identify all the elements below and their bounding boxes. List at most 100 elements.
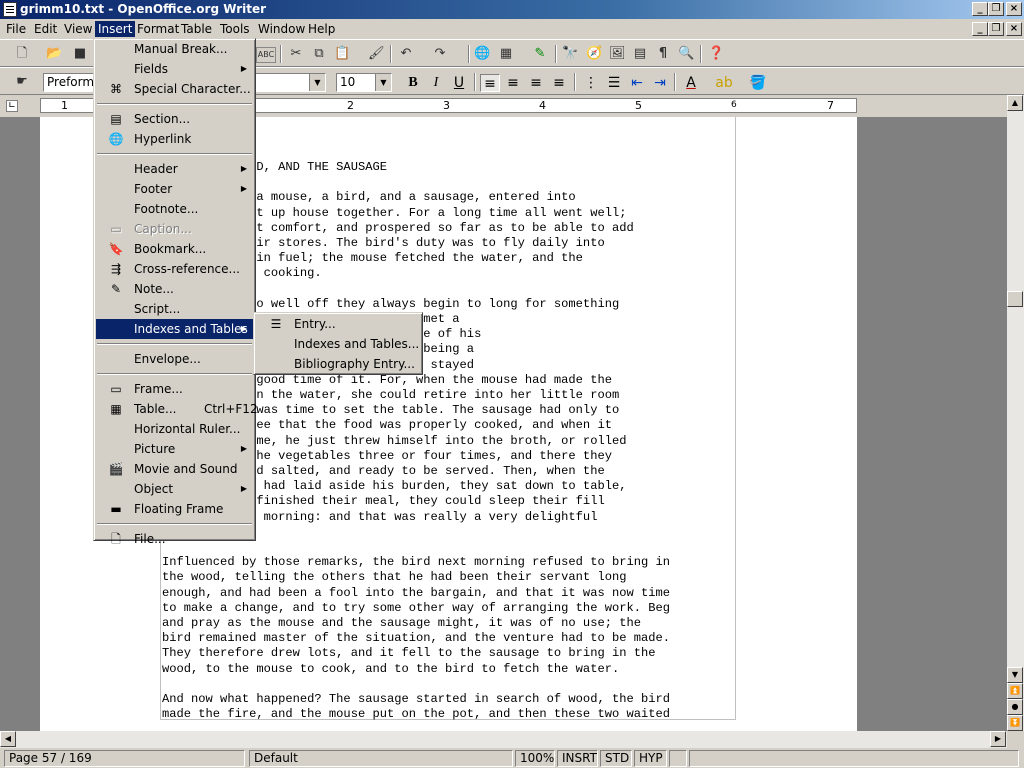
menu-table[interactable]: Table bbox=[178, 21, 215, 37]
new-document-icon[interactable]: 🗋 bbox=[14, 46, 30, 62]
menu-item-horizontal-ruler[interactable]: Horizontal Ruler... bbox=[96, 419, 253, 439]
menu-item-table[interactable]: ▦ Table... Ctrl+F12 bbox=[96, 399, 257, 419]
insert-mode[interactable]: INSRT bbox=[557, 750, 598, 767]
menu-file[interactable]: File bbox=[3, 21, 29, 37]
italic-button[interactable]: I bbox=[426, 74, 446, 92]
menu-item-indexes-and-tables[interactable]: Indexes and Tables... bbox=[256, 334, 420, 354]
menu-edit[interactable]: Edit bbox=[31, 21, 60, 37]
menu-help[interactable]: Help bbox=[305, 21, 338, 37]
redo-icon[interactable]: ↷ bbox=[432, 46, 448, 62]
menu-tools[interactable]: Tools bbox=[217, 21, 253, 37]
menu-item-manual-break[interactable]: Manual Break... bbox=[96, 39, 253, 59]
previous-page-button[interactable]: ⏫ bbox=[1007, 683, 1023, 699]
text-line[interactable]: and pray as the mouse and the sausage mi… bbox=[162, 616, 742, 631]
doc-close-button[interactable]: × bbox=[1006, 22, 1022, 36]
text-line[interactable]: bird remained master of the situation, a… bbox=[162, 631, 742, 646]
menu-item-file[interactable]: 🗋 File... bbox=[96, 529, 253, 549]
find-replace-icon[interactable]: 🔭 bbox=[562, 46, 578, 62]
tab-stop-icon[interactable]: ∟ bbox=[6, 100, 18, 112]
menu-item-fields[interactable]: Fields ▶ bbox=[96, 59, 253, 79]
chevron-down-icon[interactable]: ▼ bbox=[375, 74, 391, 91]
hyperlink-mode[interactable]: HYP bbox=[634, 750, 667, 767]
menu-item-header[interactable]: Header ▶ bbox=[96, 159, 253, 179]
doc-restore-button[interactable]: ❐ bbox=[988, 22, 1004, 36]
numbering-button[interactable]: ⋮ bbox=[581, 74, 601, 92]
menu-item-indexes-and-tables[interactable]: Indexes and Tables ▶ bbox=[96, 319, 253, 339]
menu-insert[interactable]: Insert bbox=[95, 21, 136, 37]
menu-view[interactable]: View bbox=[61, 21, 95, 37]
bold-button[interactable]: B bbox=[403, 74, 423, 92]
bullets-button[interactable]: ☰ bbox=[604, 74, 624, 92]
copy-icon[interactable]: ⧉ bbox=[311, 46, 327, 62]
save-icon[interactable]: ■ bbox=[72, 46, 88, 62]
paragraph-style-combo[interactable]: Preformat bbox=[43, 73, 98, 92]
menu-item-hyperlink[interactable]: 🌐 Hyperlink bbox=[96, 129, 253, 149]
menu-item-section[interactable]: ▤ Section... bbox=[96, 109, 253, 129]
format-paintbrush-icon[interactable]: 🖌 bbox=[368, 46, 385, 62]
scroll-down-button[interactable]: ▼ bbox=[1007, 667, 1023, 683]
justify-button[interactable]: ≡ bbox=[549, 74, 569, 92]
menu-item-bibliography-entry[interactable]: Bibliography Entry... bbox=[256, 354, 420, 374]
highlighting-icon[interactable]: ab bbox=[714, 74, 734, 92]
chevron-down-icon[interactable]: ▼ bbox=[309, 74, 325, 91]
text-line[interactable]: enough, and had been a fool into the bar… bbox=[162, 586, 742, 601]
menu-item-movie-and-sound[interactable]: 🎬 Movie and Sound bbox=[96, 459, 253, 479]
menu-item-bookmark[interactable]: 🔖 Bookmark... bbox=[96, 239, 253, 259]
page-style[interactable]: Default bbox=[249, 750, 513, 767]
increase-indent-button[interactable]: ⇥ bbox=[650, 74, 670, 92]
align-center-button[interactable]: ≡ bbox=[503, 74, 523, 92]
font-size-combo[interactable]: 10 ▼ bbox=[336, 73, 392, 92]
text-line[interactable]: Influenced by those remarks, the bird ne… bbox=[162, 555, 742, 570]
text-line[interactable]: made the fire, and the mouse put on the … bbox=[162, 707, 742, 722]
draw-functions-icon[interactable]: ✎ bbox=[532, 46, 548, 62]
text-line[interactable]: the wood, telling the others that he had… bbox=[162, 570, 742, 585]
text-line[interactable]: And now what happened? The sausage start… bbox=[162, 692, 742, 707]
menu-item-note[interactable]: ✎ Note... bbox=[96, 279, 253, 299]
underline-button[interactable]: U bbox=[449, 74, 469, 92]
zoom-level[interactable]: 100% bbox=[515, 750, 555, 767]
doc-minimize-button[interactable]: _ bbox=[972, 22, 988, 36]
menu-item-footnote[interactable]: Footnote... bbox=[96, 199, 253, 219]
navigator-icon[interactable]: 🧭 bbox=[586, 46, 602, 62]
menu-item-footer[interactable]: Footer ▶ bbox=[96, 179, 253, 199]
cut-icon[interactable]: ✂ bbox=[288, 46, 304, 62]
menu-item-object[interactable]: Object ▶ bbox=[96, 479, 253, 499]
text-line[interactable]: They therefore drew lots, and it fell to… bbox=[162, 646, 742, 661]
paste-icon[interactable]: 📋 bbox=[334, 46, 350, 62]
minimize-button[interactable]: _ bbox=[972, 2, 988, 16]
menu-item-frame[interactable]: ▭ Frame... bbox=[96, 379, 253, 399]
undo-icon[interactable]: ↶ bbox=[398, 46, 414, 62]
align-left-button[interactable]: ≡ bbox=[480, 74, 500, 92]
menu-window[interactable]: Window bbox=[255, 21, 308, 37]
scroll-left-button[interactable]: ◀ bbox=[0, 731, 16, 747]
formatting-marks-icon[interactable]: ¶ bbox=[655, 46, 671, 62]
background-color-icon[interactable]: 🪣 bbox=[748, 74, 768, 92]
menu-item-script[interactable]: Script... bbox=[96, 299, 253, 319]
data-sources-icon[interactable]: ▤ bbox=[632, 46, 648, 62]
align-right-button[interactable]: ≡ bbox=[526, 74, 546, 92]
menu-item-envelope[interactable]: Envelope... bbox=[96, 349, 253, 369]
font-name-combo[interactable]: ▼ bbox=[254, 73, 326, 92]
text-line[interactable] bbox=[162, 677, 742, 692]
menu-item-cross-reference[interactable]: ⇶ Cross-reference... bbox=[96, 259, 253, 279]
selection-mode[interactable]: STD bbox=[600, 750, 632, 767]
scroll-thumb[interactable] bbox=[1007, 291, 1023, 307]
open-folder-icon[interactable]: 📂 bbox=[46, 46, 62, 62]
text-line[interactable]: to make a change, and to try some other … bbox=[162, 601, 742, 616]
close-button[interactable]: × bbox=[1006, 2, 1022, 16]
menu-format[interactable]: Format bbox=[134, 21, 182, 37]
menu-item-special-character[interactable]: ⌘ Special Character... bbox=[96, 79, 253, 99]
zoom-icon[interactable]: 🔍 bbox=[678, 46, 694, 62]
text-line[interactable]: wood, to the mouse to cook, and to the b… bbox=[162, 662, 742, 677]
hyperlink-dialog-icon[interactable]: 🌐 bbox=[474, 46, 490, 62]
menu-item-picture[interactable]: Picture ▶ bbox=[96, 439, 253, 459]
table-icon[interactable]: ▦ bbox=[498, 46, 514, 62]
menu-item-floating-frame[interactable]: ▬ Floating Frame bbox=[96, 499, 253, 519]
horizontal-scrollbar[interactable]: ◀ ▶ bbox=[0, 731, 1007, 748]
page-indicator[interactable]: Page 57 / 169 bbox=[4, 750, 245, 767]
help-icon[interactable]: ❓ bbox=[708, 46, 724, 62]
decrease-indent-button[interactable]: ⇤ bbox=[627, 74, 647, 92]
next-page-button[interactable]: ⏬ bbox=[1007, 715, 1023, 731]
restore-button[interactable]: ❐ bbox=[988, 2, 1004, 16]
navigation-button[interactable]: ● bbox=[1007, 699, 1023, 715]
